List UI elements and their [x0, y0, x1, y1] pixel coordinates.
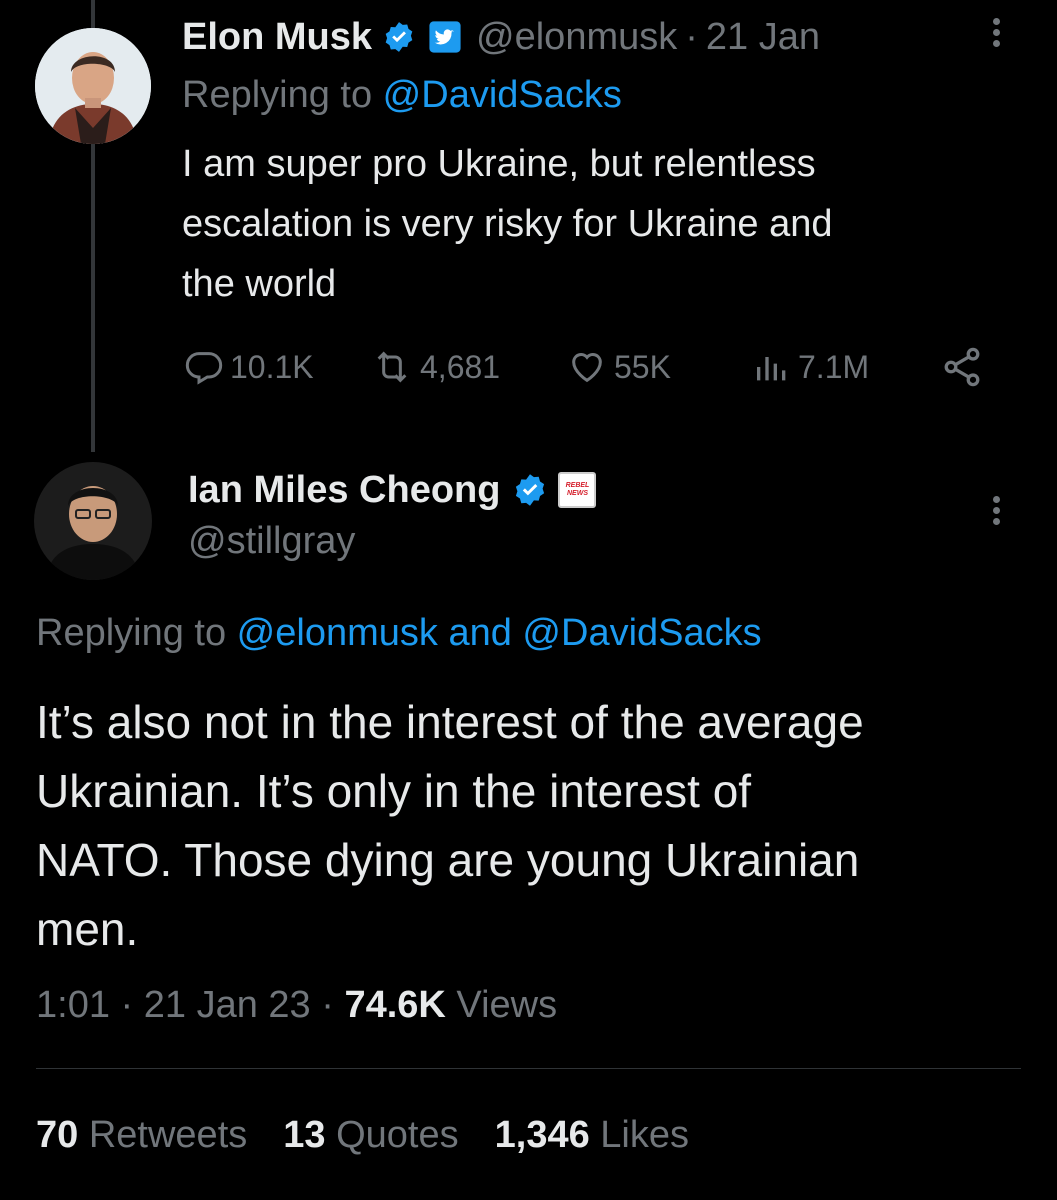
author-name[interactable]: Elon Musk [182, 16, 372, 59]
replying-to: Replying to @DavidSacks [182, 74, 622, 116]
avatar-elon-portrait [35, 28, 151, 144]
avatar-elon[interactable] [35, 28, 151, 144]
heart-icon [572, 353, 602, 383]
retweet-button[interactable]: 4,681 [370, 344, 500, 390]
retweets-stat[interactable]: 70 Retweets [36, 1114, 247, 1157]
author-handle[interactable]: @elonmusk [476, 16, 677, 59]
separator-dot: · [685, 15, 698, 58]
tweet-date[interactable]: 21 Jan [706, 16, 820, 59]
tweet-stats: 70 Retweets 13 Quotes 1,346 Likes [36, 1114, 689, 1157]
mention-link[interactable]: @DavidSacks [383, 74, 622, 116]
twitter-affiliate-icon [428, 20, 462, 54]
views-button[interactable]: 7.1M [752, 344, 869, 390]
more-options-icon[interactable] [993, 14, 1001, 51]
avatar-ian-portrait [34, 462, 152, 580]
mention-link[interactable]: @DavidSacks [522, 612, 761, 654]
likes-stat[interactable]: 1,346 Likes [495, 1114, 689, 1157]
retweet-icon [377, 351, 407, 383]
reply-icon [185, 352, 223, 385]
reply-button[interactable]: 10.1K [184, 344, 314, 390]
author-name[interactable]: Ian Miles Cheong [188, 469, 500, 512]
quotes-stat[interactable]: 13 Quotes [283, 1114, 458, 1157]
tweet-timestamp: 1:01 · 21 Jan 23 · 74.6K Views [36, 984, 558, 1026]
verified-badge-icon [382, 20, 416, 54]
avatar-ian[interactable] [34, 462, 152, 580]
divider [36, 1068, 1021, 1069]
rebel-news-affiliate-badge: REBEL NEWS [558, 472, 597, 508]
analytics-icon [757, 357, 786, 381]
verified-badge-icon [512, 472, 548, 508]
share-icon [944, 347, 980, 387]
like-button[interactable]: 55K [566, 344, 671, 390]
replying-to: Replying to @elonmusk and @DavidSacks [36, 612, 762, 654]
tweet-text: It’s also not in the interest of the ave… [36, 696, 864, 955]
tweet-text: I am super pro Ukraine, but relentless e… [182, 143, 833, 305]
views-count: 74.6K [344, 984, 446, 1026]
share-button[interactable] [940, 344, 990, 390]
mention-link[interactable]: @elonmusk [237, 612, 438, 654]
views-label: Views [456, 984, 558, 1026]
more-options-icon[interactable] [993, 492, 1001, 529]
author-handle[interactable]: @stillgray [188, 520, 355, 563]
